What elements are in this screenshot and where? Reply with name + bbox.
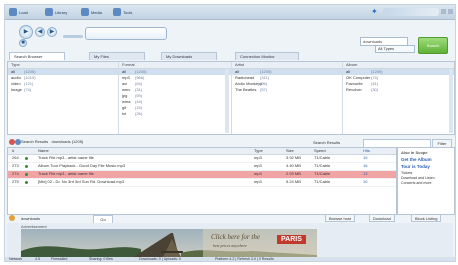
artist-pane: Artist all (1205) Radiohead (311) Arctic M… (232, 62, 343, 134)
column-header-speed[interactable]: Speed (314, 148, 326, 154)
play-icon: ▶ (23, 29, 29, 35)
results-actions: downloads Go Browse host Download Block … (7, 213, 453, 224)
toolbar-item-media[interactable]: Media (81, 8, 102, 16)
status-version: 4.5 (35, 257, 40, 261)
main-tabs: Search Browser My Files My Downloads Con… (5, 51, 455, 61)
next-button[interactable]: ▶ (47, 27, 57, 37)
tab-my-files[interactable]: My Files (89, 52, 145, 60)
ad-area: Advertisement Click here for the best pr (7, 223, 453, 261)
album-pane-header[interactable]: Album (343, 62, 454, 69)
sidebar-text: Concerts and more (401, 181, 432, 185)
table-row[interactable]: 264 Track File.mp3 - artist name file mp… (8, 155, 396, 163)
current-search-label: downloads (21, 216, 41, 221)
list-item[interactable]: Revolver (30) (343, 87, 454, 93)
tab-my-downloads[interactable]: My Downloads (161, 52, 217, 60)
toolbar-item-load[interactable]: Load (9, 8, 28, 16)
results-toolbar: Search Results downloads (1205) Search R… (7, 137, 453, 148)
minimize-icon[interactable] (441, 9, 446, 14)
filter-icon[interactable] (9, 215, 15, 221)
ad-subline: best prices anywhere (213, 243, 247, 248)
play-button[interactable]: ▶ (19, 25, 33, 39)
status-platform: Platform 4.2 | Refresh 3.0 | 0 Results (215, 257, 274, 261)
load-icon (9, 8, 17, 16)
search-browser-panes: Type all (1205) audio (1010) video (121) im… (7, 61, 455, 135)
tab-connection-monitor[interactable]: Connection Monitor (235, 52, 299, 60)
brand-banner (383, 8, 439, 16)
column-header-type[interactable]: Type (254, 148, 263, 154)
ad-badge: PARIS (277, 235, 306, 244)
list-item[interactable]: image (74) (8, 87, 118, 93)
list-item[interactable]: txt (26) (119, 111, 231, 117)
browse-host-button[interactable]: Browse host (325, 214, 356, 222)
sidebar-title: Also In Scope (401, 150, 428, 155)
artist-pane-header[interactable]: Artist (232, 62, 342, 69)
status-sharing[interactable]: Sharing: 0 files (89, 257, 113, 261)
status-icon (25, 165, 28, 168)
status-icon (25, 157, 28, 160)
filter-label: Search Results (313, 140, 341, 145)
format-pane-header[interactable]: Format (119, 62, 231, 69)
results-table: # Name Type Size Speed Hits 264 Track Fi… (7, 147, 397, 215)
previous-icon: ◀ (37, 29, 43, 35)
sidebar-link-album[interactable]: Get the Album (401, 157, 432, 162)
column-header-hits[interactable]: Hits (363, 148, 370, 154)
album-pane-scrollbar[interactable] (449, 69, 453, 133)
type-pane-header[interactable]: Type (8, 62, 118, 69)
previous-button[interactable]: ◀ (35, 27, 45, 37)
media-icon (81, 8, 89, 16)
column-header-name[interactable]: Name (38, 148, 49, 154)
status-bar: Network 4.5 Firewalled Sharing: 0 files … (5, 257, 455, 261)
column-header-size[interactable]: Size (286, 148, 294, 154)
tools-icon (113, 8, 121, 16)
sidebar-text: Tickets (401, 171, 413, 175)
sidebar-link-tour[interactable]: Tour is Today (401, 164, 430, 169)
table-row[interactable]: 275 [Mix] 02 - Dr. No 3rd 3rd Sun Rd. Do… (8, 179, 396, 187)
app-window: Load Library Media Tools ✦ ▶ ◀ ▶ ■ downl… (4, 4, 456, 262)
stop-icon: ■ (21, 40, 25, 46)
library-icon (45, 8, 53, 16)
volume-slider[interactable] (63, 35, 83, 38)
next-icon: ▶ (49, 29, 55, 35)
close-icon[interactable] (448, 9, 453, 14)
format-pane-scrollbar[interactable] (225, 69, 229, 133)
table-row-selected[interactable]: 274 Track File.mp3 - artist name file mp… (8, 171, 396, 179)
list-item[interactable]: The Beatles (57) (232, 87, 342, 93)
tab-search-browser[interactable]: Search Browser (9, 52, 65, 60)
download-button[interactable]: Download (369, 214, 395, 222)
album-pane: Album all (1205) OK Computer (74) Favourit… (343, 62, 454, 134)
related-sidebar: Also In Scope Get the Album Tour is Toda… (397, 147, 455, 215)
app-logo-icon: ✦ (371, 7, 378, 16)
status-icon (25, 173, 28, 176)
status-icon (25, 181, 28, 184)
table-header: # Name Type Size Speed Hits (8, 148, 396, 155)
toolbar-item-tools[interactable]: Tools (113, 8, 132, 16)
stop-button[interactable]: ■ (19, 39, 27, 47)
now-playing-display (85, 27, 167, 40)
type-pane: Type all (1205) audio (1010) video (121) im… (8, 62, 119, 134)
status-firewall[interactable]: Firewalled (51, 257, 67, 261)
block-listing-button[interactable]: Block Listing (411, 214, 442, 222)
column-header-number[interactable]: # (12, 148, 14, 154)
ad-headline: Click here for the (211, 233, 260, 241)
status-network[interactable]: Network (9, 257, 22, 261)
table-row[interactable]: 273 Album Tour Playback - Good Day File … (8, 163, 396, 171)
results-title: Search Results downloads (1205) (21, 139, 84, 144)
toolbar-item-library[interactable]: Library (45, 8, 67, 16)
format-pane: Format all (1205) mp3 (966) avi (64) wmv (31… (119, 62, 232, 134)
status-transfers[interactable]: Downloads: 0 | Uploads: 0 (139, 257, 181, 261)
menu-toolbar: Load Library Media Tools ✦ (5, 5, 455, 20)
sidebar-text: Download and Listen (401, 176, 435, 180)
